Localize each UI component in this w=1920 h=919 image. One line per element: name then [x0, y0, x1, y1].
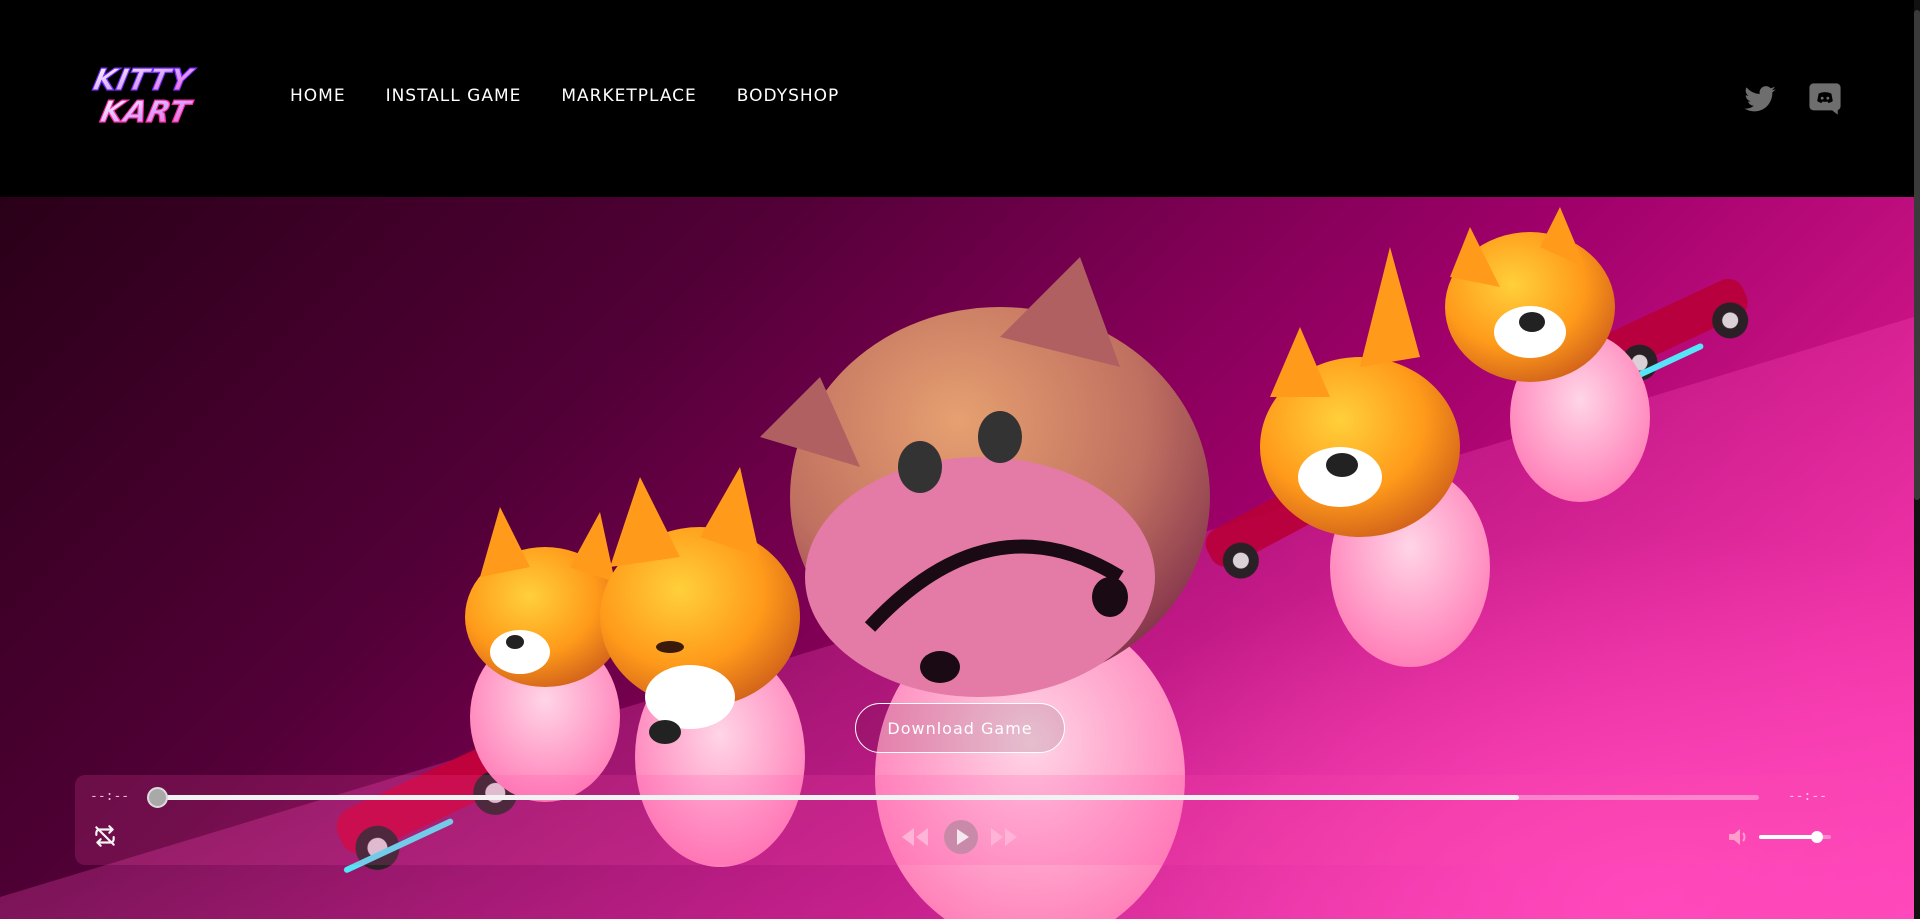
page-scrollbar[interactable]	[1914, 0, 1920, 919]
scrollbar-thumb[interactable]	[1914, 10, 1920, 500]
video-player-controls: --:-- --:--	[75, 775, 1843, 865]
nav-install-game[interactable]: INSTALL GAME	[386, 86, 522, 106]
nav-bodyshop[interactable]: BODYSHOP	[737, 86, 840, 106]
seek-buffered	[157, 795, 1519, 800]
site-header: KITTY KART HOME INSTALL GAME MARKETPLACE…	[0, 0, 1920, 197]
nav-home[interactable]: HOME	[290, 86, 346, 106]
hero-video[interactable]: Download Game --:-- --:--	[0, 197, 1914, 919]
repeat-icon[interactable]	[92, 823, 118, 849]
volume-icon[interactable]	[1727, 826, 1751, 848]
download-game-button[interactable]: Download Game	[855, 703, 1065, 753]
discord-icon[interactable]	[1808, 82, 1842, 116]
total-time: --:--	[1787, 789, 1827, 804]
twitter-icon[interactable]	[1743, 82, 1777, 116]
current-time: --:--	[90, 789, 130, 804]
fast-forward-icon[interactable]	[989, 826, 1019, 848]
volume-thumb[interactable]	[1810, 831, 1823, 843]
logo-line-1: KITTY	[90, 63, 198, 98]
play-icon[interactable]	[943, 819, 979, 855]
seek-bar[interactable]	[157, 795, 1759, 800]
nav-marketplace[interactable]: MARKETPLACE	[561, 86, 696, 106]
kitty-kart-logo[interactable]: KITTY KART	[88, 60, 243, 135]
volume-level	[1759, 835, 1817, 839]
shiba-small-left	[465, 507, 625, 802]
logo-line-2: KART	[97, 95, 195, 130]
rewind-icon[interactable]	[900, 826, 930, 848]
seek-thumb[interactable]	[147, 787, 168, 808]
main-nav: HOME INSTALL GAME MARKETPLACE BODYSHOP	[290, 86, 839, 106]
